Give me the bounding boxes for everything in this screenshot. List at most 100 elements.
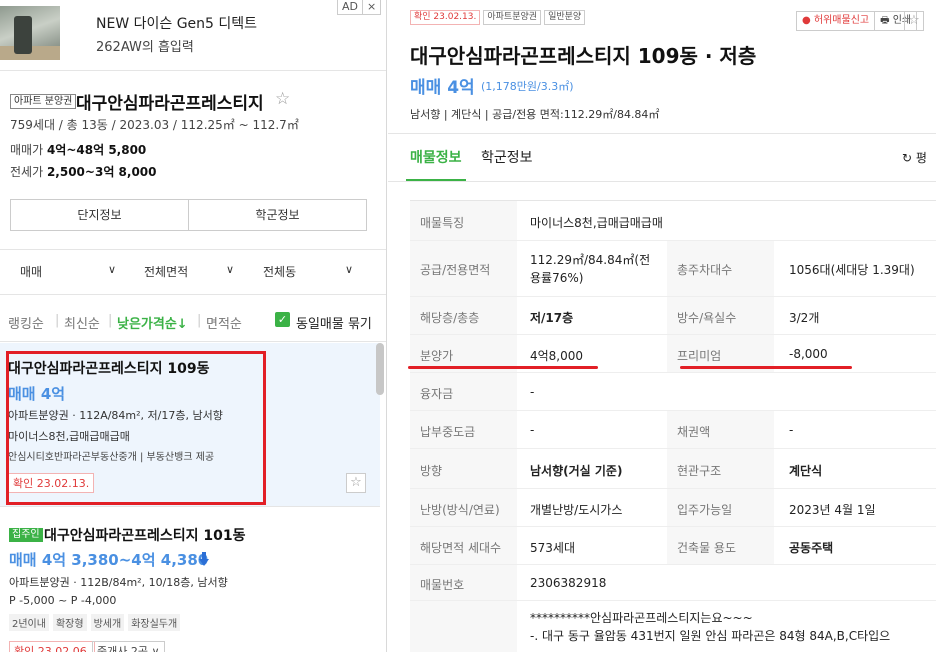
- complex-sale-price: 매매가 4억~48억 5,800: [10, 141, 146, 158]
- listing-tag: 2년이내: [9, 614, 49, 631]
- listing-favorite-star-icon[interactable]: ☆: [346, 473, 366, 493]
- deal-type-value: 매매: [20, 265, 43, 279]
- area-label: 공급/전용면적: [420, 263, 491, 277]
- table-row: 공급/전용면적 112.29㎡/84.84㎡(전 용률76%) 총주차대수 10…: [410, 241, 936, 297]
- heating-value: 개별난방/도시가스: [530, 503, 623, 517]
- chevron-down-icon: ∨: [345, 263, 354, 276]
- area-dropdown[interactable]: 전체면적 ∨: [144, 263, 244, 280]
- complex-favorite-star-icon[interactable]: ☆: [275, 89, 290, 109]
- detail-actions: ● 허위매물신고 🖶 인쇄: [796, 11, 918, 31]
- highlight-annotation-box: [6, 351, 266, 505]
- detail-type-tag: 아파트분양권: [483, 10, 542, 25]
- ad-title[interactable]: NEW 다이슨 Gen5 디텍트: [96, 13, 257, 33]
- ad-subtitle: 262AW의 흡입력: [96, 40, 194, 55]
- detail-meta: 남서향 | 계단식 | 공급/전용 면적:112.29㎡/84.84㎡: [410, 108, 660, 121]
- report-fake-listing-button[interactable]: ● 허위매물신고: [797, 12, 874, 30]
- loan-label: 융자금: [420, 387, 454, 401]
- sort-low-price[interactable]: 낮은가격순↓: [117, 313, 188, 332]
- detail-favorite-star-icon[interactable]: ☆: [904, 11, 924, 31]
- bond-value: -: [789, 423, 794, 437]
- sort-separator: |: [197, 313, 202, 328]
- divider: [388, 181, 936, 182]
- sale-price-label: 매매가: [10, 143, 44, 157]
- listing-panel: NEW 다이슨 Gen5 디텍트 262AW의 흡입력 AD × 아파트 분양권…: [0, 0, 387, 652]
- usage-label: 건축물 용도: [677, 541, 737, 555]
- same-listing-checkbox[interactable]: ✓: [275, 312, 290, 327]
- ad-thumbnail[interactable]: [0, 6, 60, 60]
- detail-unit-price: (1,178만원/3.3㎡): [481, 80, 574, 93]
- table-row: 분양가 4억8,000 프리미엄 -8,000: [408, 335, 936, 373]
- sort-area[interactable]: 면적순: [206, 313, 242, 332]
- price-down-arrow-icon: [199, 552, 209, 566]
- premium-label: 프리미엄: [677, 349, 722, 363]
- households-label: 해당면적 세대수: [420, 541, 502, 555]
- ad-close-icon[interactable]: ×: [362, 0, 380, 14]
- complex-info: 759세대 / 총 13동 / 2023.03 / 112.25㎡ ~ 112.…: [10, 118, 299, 132]
- description-line2: -. 대구 동구 율암동 431번지 일원 안심 파라곤은 84형 84A,B,…: [530, 629, 891, 643]
- installment-label: 납부중도금: [420, 425, 476, 439]
- list-scrollbar[interactable]: [376, 343, 384, 395]
- listing-number-value: 2306382918: [530, 576, 607, 590]
- rooms-label: 방수/욕실수: [677, 311, 737, 325]
- area-value-line2: 용률76%): [530, 271, 584, 285]
- table-row: 매물번호 2306382918: [410, 565, 936, 601]
- rooms-value: 3/2개: [789, 311, 820, 325]
- description-line1: **********안심파라곤프레스티지는요~~~: [530, 611, 753, 625]
- jeonse-price-value: 2,500~3억 8,000: [46, 165, 157, 179]
- detail-confirmed-tag: 확인 23.02.13.: [410, 10, 481, 25]
- area-value: 전체면적: [144, 265, 189, 279]
- usage-value: 공동주택: [789, 541, 834, 555]
- installment-value: -: [530, 423, 535, 437]
- listing-number-label: 매물번호: [420, 578, 465, 592]
- detail-title: 대구안심파라곤프레스티지 109동 · 저층: [410, 44, 757, 68]
- movein-value: 2023년 4월 1일: [789, 503, 876, 517]
- heating-label: 난방(방식/연료): [420, 503, 500, 517]
- table-row: 매물특징 마이너스8천,급매급매급매: [410, 201, 936, 241]
- table-row: 해당층/총층 저/17층 방수/욕실수 3/2개: [410, 297, 936, 335]
- table-row: 난방(방식/연료) 개별난방/도시가스 입주가능일 2023년 4월 1일: [410, 489, 936, 527]
- table-row: 납부중도금 - 채권액 -: [410, 411, 936, 449]
- table-row: **********안심파라곤프레스티지는요~~~ -. 대구 동구 율암동 4…: [410, 601, 936, 652]
- tab-school-info[interactable]: 학군정보: [481, 147, 533, 167]
- sort-latest[interactable]: 최신순: [64, 313, 100, 332]
- jeonse-price-label: 전세가: [10, 165, 44, 179]
- feature-value: 마이너스8천,급매급매급매: [530, 216, 663, 230]
- deal-type-dropdown[interactable]: 매매 ∨: [20, 263, 130, 280]
- listing-tag: 방세개: [90, 614, 125, 631]
- tab-listing-info[interactable]: 매물정보: [410, 147, 462, 167]
- listing-item[interactable]: 대구안심파라곤프레스티지 109동 매매 4억 아파트분양권 · 112A/84…: [0, 343, 380, 507]
- school-info-button[interactable]: 학군정보: [188, 200, 366, 230]
- sort-separator: |: [108, 313, 113, 328]
- movein-label: 입주가능일: [677, 503, 733, 517]
- complex-info-button[interactable]: 단지정보: [11, 200, 188, 230]
- listing-item[interactable]: 집주인 대구안심파라곤프레스티지 101동 매매 4억 3,380~4억 4,3…: [0, 508, 386, 652]
- detail-price: 매매 4억: [410, 78, 475, 98]
- same-listing-label[interactable]: 동일매물 묶기: [296, 313, 372, 332]
- ad-banner[interactable]: NEW 다이슨 Gen5 디텍트 262AW의 흡입력 AD ×: [0, 0, 386, 71]
- dong-dropdown[interactable]: 전체동 ∨: [263, 263, 363, 280]
- ad-thumbnail-product: [14, 16, 32, 54]
- sort-separator: |: [55, 313, 60, 328]
- table-row: 융자금 -: [410, 373, 936, 411]
- premium-value: -8,000: [789, 347, 828, 361]
- listing-premium: P -5,000 ~ P -4,000: [9, 594, 117, 607]
- table-header-cell: [410, 601, 517, 652]
- sort-bar: 랭킹순 | 최신순 | 낮은가격순↓ | 면적순 ✓ 동일매물 묶기: [0, 296, 386, 342]
- owner-badge: 집주인: [9, 528, 43, 542]
- listing-price: 매매 4억 3,380~4억 4,380: [9, 551, 209, 569]
- area-value-line1: 112.29㎡/84.84㎡(전: [530, 253, 651, 267]
- listing-detail-panel: 확인 23.02.13. 아파트분양권 일반분양 ● 허위매물신고 🖶 인쇄 ☆…: [388, 0, 936, 652]
- detail-sale-tag: 일반분양: [544, 10, 586, 25]
- parking-value: 1056대(세대당 1.39대): [789, 263, 915, 277]
- complex-buttons: 단지정보 학군정보: [10, 199, 367, 231]
- complex-jeonse-price: 전세가 2,500~3억 8,000: [10, 163, 157, 180]
- broker-count-button[interactable]: 중개사 2곳 ∨: [92, 641, 165, 652]
- ad-label: AD: [342, 0, 358, 13]
- chevron-down-icon: ∨: [226, 263, 235, 276]
- filter-bar: 매매 ∨ 전체면적 ∨ 전체동 ∨: [0, 251, 386, 295]
- presale-value: 4억8,000: [530, 349, 584, 363]
- sort-ranking[interactable]: 랭킹순: [8, 313, 44, 332]
- refresh-button[interactable]: ↻ 평: [902, 149, 927, 166]
- listing-title[interactable]: 대구안심파라곤프레스티지 101동: [44, 525, 246, 545]
- direction-value: 남서향(거실 기준): [530, 464, 623, 478]
